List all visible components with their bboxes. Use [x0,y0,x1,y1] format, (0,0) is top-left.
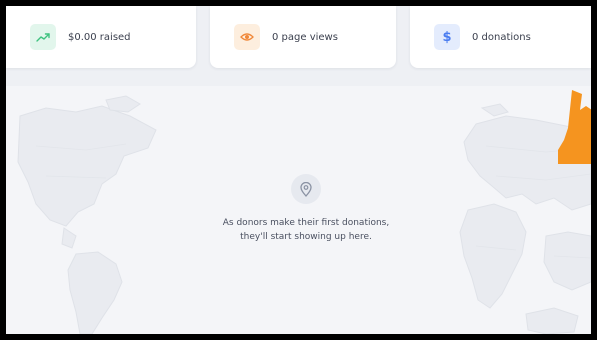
stat-views-label: 0 page views [272,31,338,43]
eye-icon [234,24,260,50]
empty-state: As donors make their first donations, th… [176,174,436,244]
stats-row: $0.00 raised 0 page views $ 0 donations [6,6,591,86]
stat-card-donations: $ 0 donations [410,6,591,68]
dollar-icon: $ [434,24,460,50]
empty-state-line-2: they'll start showing up here. [240,232,372,242]
app-viewport: $0.00 raised 0 page views $ 0 donations [6,6,591,334]
stat-raised-label: $0.00 raised [68,31,131,43]
stat-card-page-views: 0 page views [210,6,396,68]
empty-state-line-1: As donors make their first donations, [222,218,390,228]
stat-card-raised: $0.00 raised [6,6,196,68]
hand-cursor-icon [558,90,591,164]
trending-up-icon [30,24,56,50]
dollar-glyph: $ [442,29,452,45]
map-pin-icon [291,174,321,204]
stat-donations-label: 0 donations [472,31,531,43]
